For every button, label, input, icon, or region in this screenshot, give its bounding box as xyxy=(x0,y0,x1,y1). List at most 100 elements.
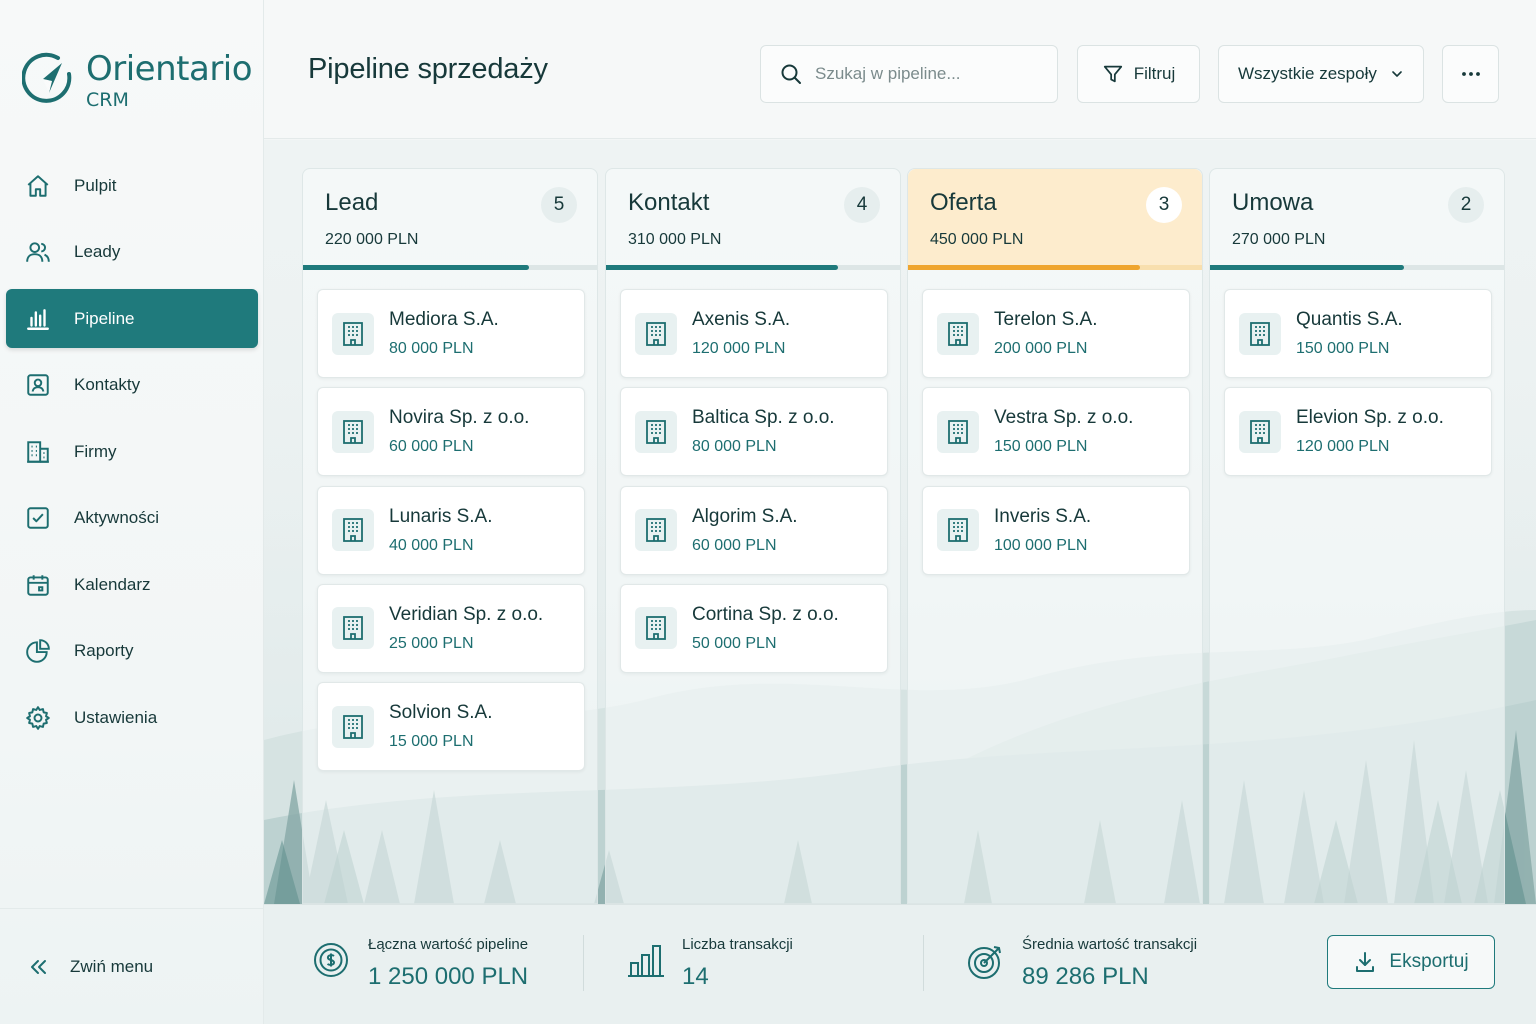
deal-value: 200 000 PLN xyxy=(994,340,1088,357)
column-title: Kontakt xyxy=(628,189,710,216)
column-header[interactable]: Oferta 3 450 000 PLN xyxy=(908,169,1202,270)
collapse-menu-label: Zwiń menu xyxy=(70,956,154,976)
deal-card[interactable]: Vestra Sp. z o.o. 150 000 PLN xyxy=(922,387,1190,477)
stat-value: 89 286 PLN xyxy=(1022,963,1149,990)
deal-value: 150 000 PLN xyxy=(1296,340,1390,357)
stat-total-value: Łączna wartość pipeline 1 250 000 PLN xyxy=(312,935,528,991)
deal-card[interactable]: Veridian Sp. z o.o. 25 000 PLN xyxy=(317,583,585,673)
deal-value: 25 000 PLN xyxy=(389,634,474,652)
deal-company-name: Axenis S.A. xyxy=(692,309,791,330)
main-content: Pipeline sprzedaży Filtruj Wszystkie zes… xyxy=(264,0,1536,1024)
progress-fill xyxy=(303,265,530,270)
deal-card[interactable]: Terelon S.A. 200 000 PLN xyxy=(922,289,1190,378)
deal-company-name: Novira Sp. z o.o. xyxy=(389,407,530,429)
column-count-badge: 4 xyxy=(844,187,880,223)
deal-card[interactable]: Solvion S.A. 15 000 PLN xyxy=(317,682,585,772)
building-icon xyxy=(1239,312,1281,355)
column-header[interactable]: Lead 5 220 000 PLN xyxy=(303,169,597,270)
deal-value: 40 000 PLN xyxy=(389,536,474,554)
deal-company-name: Vestra Sp. z o.o. xyxy=(994,407,1134,429)
column-header[interactable]: Umowa 2 270 000 PLN xyxy=(1210,169,1504,270)
deal-value: 100 000 PLN xyxy=(994,536,1088,554)
summary-bar: Łączna wartość pipeline 1 250 000 PLN Li… xyxy=(264,904,1536,1024)
stat-label: Średnia wartość transakcji xyxy=(1022,936,1198,953)
pipeline-column-kontakt: Kontakt 4 310 000 PLN Axenis S.A. 120 000… xyxy=(605,168,901,904)
app-subtitle: CRM xyxy=(86,89,129,111)
deal-company-name: Algorim S.A. xyxy=(692,505,798,527)
deal-card[interactable]: Lunaris S.A. 40 000 PLN xyxy=(317,485,585,575)
filter-button[interactable]: Filtruj xyxy=(1077,45,1200,103)
deal-card[interactable]: Mediora S.A. 80 000 PLN xyxy=(317,289,585,378)
page-title: Pipeline sprzedaży xyxy=(308,53,548,85)
column-header[interactable]: Kontakt 4 310 000 PLN xyxy=(606,169,900,270)
deal-card[interactable]: Inveris S.A. 100 000 PLN xyxy=(922,485,1190,575)
sidebar-item-label: Ustawienia xyxy=(74,707,158,727)
deal-card[interactable]: Baltica Sp. z o.o. 80 000 PLN xyxy=(620,387,888,477)
column-total: 220 000 PLN xyxy=(325,231,419,248)
deal-card[interactable]: Algorim S.A. 60 000 PLN xyxy=(620,485,888,575)
sidebar-item-label: Firmy xyxy=(74,441,117,461)
more-options-button[interactable] xyxy=(1442,45,1499,103)
stat-average-value: Średnia wartość transakcji 89 286 PLN xyxy=(966,935,1197,991)
column-total: 270 000 PLN xyxy=(1232,231,1326,248)
deal-value: 120 000 PLN xyxy=(692,340,786,357)
building-icon xyxy=(332,410,374,453)
deal-card[interactable]: Elevion Sp. z o.o. 120 000 PLN xyxy=(1224,387,1492,477)
sidebar-item-firmy[interactable]: Firmy xyxy=(6,422,258,481)
deal-card[interactable]: Axenis S.A. 120 000 PLN xyxy=(620,289,888,378)
sidebar-item-label: Pulpit xyxy=(74,175,117,195)
coin-icon xyxy=(314,943,348,977)
export-button[interactable]: Eksportuj xyxy=(1327,935,1495,989)
check-square-icon xyxy=(24,504,52,532)
card-list: Quantis S.A. 150 000 PLN Elevion Sp. z o.… xyxy=(1224,289,1492,486)
sidebar-item-leady[interactable]: Leady xyxy=(6,223,258,282)
sidebar-item-ustawienia[interactable]: Ustawienia xyxy=(6,688,258,747)
deal-value: 50 000 PLN xyxy=(692,634,777,652)
card-list: Axenis S.A. 120 000 PLN Baltica Sp. z o.o… xyxy=(620,289,888,682)
column-title: Lead xyxy=(325,189,379,216)
export-button-label: Eksportuj xyxy=(1389,951,1469,972)
target-icon xyxy=(968,946,1001,979)
deal-company-name: Inveris S.A. xyxy=(994,505,1092,527)
teams-dropdown[interactable]: Wszystkie zespoły xyxy=(1218,45,1424,103)
sidebar-item-pulpit[interactable]: Pulpit xyxy=(6,156,258,215)
filter-icon xyxy=(1103,65,1122,83)
deal-company-name: Cortina Sp. z o.o. xyxy=(692,603,839,625)
deal-card[interactable]: Novira Sp. z o.o. 60 000 PLN xyxy=(317,387,585,477)
building-icon xyxy=(332,509,374,552)
stat-deal-count: Liczba transakcji 14 xyxy=(626,935,793,991)
stat-label: Łączna wartość pipeline xyxy=(368,936,529,953)
page-header: Pipeline sprzedaży Filtruj Wszystkie zes… xyxy=(264,0,1536,139)
deal-card[interactable]: Quantis S.A. 150 000 PLN xyxy=(1224,289,1492,378)
column-title: Oferta xyxy=(930,189,997,216)
download-icon xyxy=(1356,952,1375,972)
search-box[interactable] xyxy=(760,45,1058,103)
double-chevron-left-icon xyxy=(31,959,46,974)
deal-company-name: Baltica Sp. z o.o. xyxy=(692,407,835,429)
pipeline-column-oferta: Oferta 3 450 000 PLN Terelon S.A. 200 000… xyxy=(907,168,1203,904)
app-name: Orientario xyxy=(86,49,253,89)
column-progress-bar xyxy=(1210,265,1504,270)
sidebar-item-raporty[interactable]: Raporty xyxy=(6,622,258,681)
deal-company-name: Quantis S.A. xyxy=(1296,309,1403,330)
sidebar-item-kontakty[interactable]: Kontakty xyxy=(6,356,258,415)
stat-value: 1 250 000 PLN xyxy=(368,963,529,990)
search-icon xyxy=(781,64,801,84)
building-icon xyxy=(332,705,374,748)
building-icon xyxy=(635,607,677,650)
deal-value: 60 000 PLN xyxy=(692,536,777,554)
collapse-menu-button[interactable]: Zwiń menu xyxy=(0,908,264,1024)
sidebar-nav: Pulpit Leady Pipeline Kontakty Firmy Akt… xyxy=(6,156,258,755)
sidebar-item-label: Pipeline xyxy=(74,308,135,328)
sidebar-item-aktywnosci[interactable]: Aktywności xyxy=(6,489,258,548)
pipeline-column-lead: Lead 5 220 000 PLN Mediora S.A. 80 000 PL… xyxy=(302,168,598,904)
deal-card[interactable]: Cortina Sp. z o.o. 50 000 PLN xyxy=(620,583,888,673)
brand[interactable]: Orientario CRM xyxy=(22,49,253,112)
users-icon xyxy=(24,238,52,266)
progress-fill xyxy=(606,265,839,270)
pipeline-column-umowa: Umowa 2 270 000 PLN Quantis S.A. 150 000 … xyxy=(1209,168,1505,904)
search-input[interactable] xyxy=(815,64,1035,84)
sidebar-item-kalendarz[interactable]: Kalendarz xyxy=(6,555,258,614)
building-icon xyxy=(24,438,52,466)
sidebar-item-pipeline[interactable]: Pipeline xyxy=(6,289,258,348)
